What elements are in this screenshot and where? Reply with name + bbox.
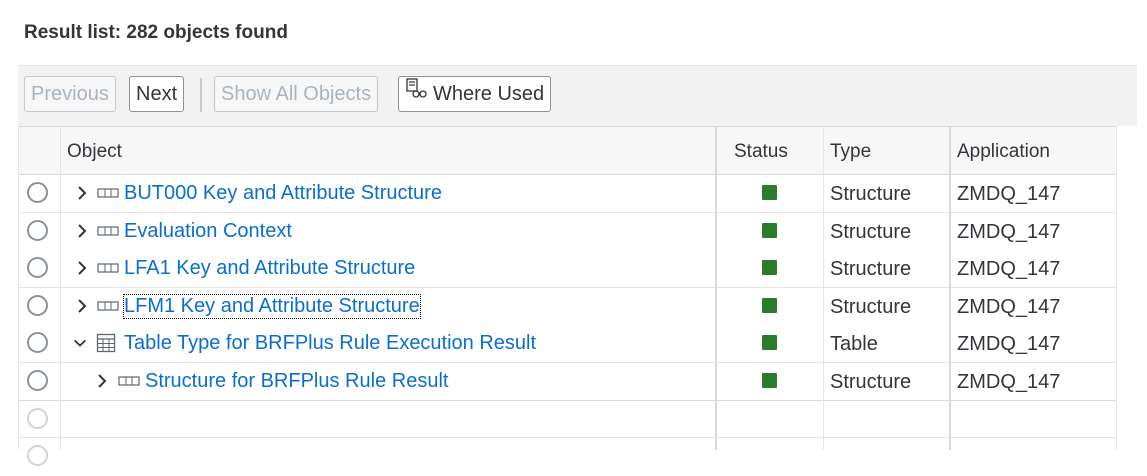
type-cell: Structure	[830, 371, 912, 393]
application-cell: ZMDQ_147	[957, 258, 1061, 280]
status-indicator	[762, 185, 777, 200]
structure-icon	[97, 188, 119, 198]
empty-row	[18, 400, 1117, 438]
column-header-application[interactable]: Application	[957, 141, 1050, 163]
result-table: Object Status Type Application BUT000 Ke…	[18, 126, 1117, 476]
structure-icon	[97, 301, 119, 311]
column-resizer-object[interactable]	[715, 126, 717, 450]
chevron-right-icon[interactable]	[74, 222, 90, 240]
object-link[interactable]: BUT000 Key and Attribute Structure	[124, 182, 442, 205]
object-link[interactable]: LFM1 Key and Attribute Structure	[123, 294, 421, 319]
column-header-object[interactable]: Object	[67, 141, 122, 163]
where-used-icon	[405, 76, 427, 110]
table-icon	[96, 333, 116, 353]
table-row[interactable]: BUT000 Key and Attribute Structure Struc…	[18, 175, 1117, 213]
chevron-right-icon[interactable]	[94, 372, 110, 390]
type-cell: Structure	[830, 221, 912, 243]
grid-line	[18, 126, 19, 450]
grid-line	[60, 126, 61, 450]
type-cell: Structure	[830, 296, 912, 318]
application-cell: ZMDQ_147	[957, 296, 1061, 318]
table-row[interactable]: Evaluation Context Structure ZMDQ_147	[18, 213, 1117, 251]
grid-line	[1116, 126, 1117, 450]
status-indicator	[762, 373, 777, 388]
object-link[interactable]: LFA1 Key and Attribute Structure	[124, 257, 415, 280]
toolbar: Previous Next Show All Objects Where Use…	[18, 65, 1137, 126]
row-select-radio[interactable]	[27, 332, 48, 353]
column-header-type[interactable]: Type	[830, 141, 871, 163]
where-used-button[interactable]: Where Used	[398, 76, 552, 112]
object-link[interactable]: Evaluation Context	[124, 220, 292, 243]
row-select-radio[interactable]	[27, 220, 48, 241]
table-row[interactable]: LFM1 Key and Attribute Structure Structu…	[18, 288, 1117, 326]
table-row[interactable]: LFA1 Key and Attribute Structure Structu…	[18, 250, 1117, 288]
table-header: Object Status Type Application	[18, 126, 1117, 175]
row-select-radio	[27, 445, 48, 466]
object-link[interactable]: Table Type for BRFPlus Rule Execution Re…	[124, 332, 536, 355]
previous-button[interactable]: Previous	[24, 76, 116, 112]
chevron-right-icon[interactable]	[74, 184, 90, 202]
chevron-right-icon[interactable]	[74, 297, 90, 315]
row-select-radio[interactable]	[27, 182, 48, 203]
type-cell: Table	[830, 333, 878, 355]
where-used-label: Where Used	[433, 83, 545, 105]
type-cell: Structure	[830, 258, 912, 280]
column-resizer-type[interactable]	[949, 126, 951, 450]
column-header-status[interactable]: Status	[734, 141, 788, 163]
result-list-title: Result list: 282 objects found	[24, 22, 288, 43]
row-select-radio[interactable]	[27, 370, 48, 391]
object-link[interactable]: Structure for BRFPlus Rule Result	[145, 370, 448, 393]
application-cell: ZMDQ_147	[957, 333, 1061, 355]
empty-row	[18, 438, 1117, 476]
chevron-down-icon[interactable]	[72, 334, 88, 352]
row-select-radio[interactable]	[27, 295, 48, 316]
structure-icon	[97, 263, 119, 273]
row-select-radio[interactable]	[27, 257, 48, 278]
type-cell: Structure	[830, 183, 912, 205]
show-all-objects-button[interactable]: Show All Objects	[214, 76, 379, 112]
application-cell: ZMDQ_147	[957, 183, 1061, 205]
application-cell: ZMDQ_147	[957, 221, 1061, 243]
status-indicator	[762, 260, 777, 275]
application-cell: ZMDQ_147	[957, 371, 1061, 393]
status-indicator	[762, 335, 777, 350]
status-indicator	[762, 298, 777, 313]
next-button[interactable]: Next	[129, 76, 185, 112]
structure-icon	[118, 376, 140, 386]
grid-line	[823, 126, 824, 450]
structure-icon	[97, 226, 119, 236]
chevron-right-icon[interactable]	[74, 259, 90, 277]
table-row[interactable]: Structure for BRFPlus Rule Result Struct…	[18, 363, 1117, 401]
toolbar-separator	[200, 78, 202, 112]
status-indicator	[762, 223, 777, 238]
table-row[interactable]: Table Type for BRFPlus Rule Execution Re…	[18, 325, 1117, 363]
row-select-radio	[27, 408, 48, 429]
